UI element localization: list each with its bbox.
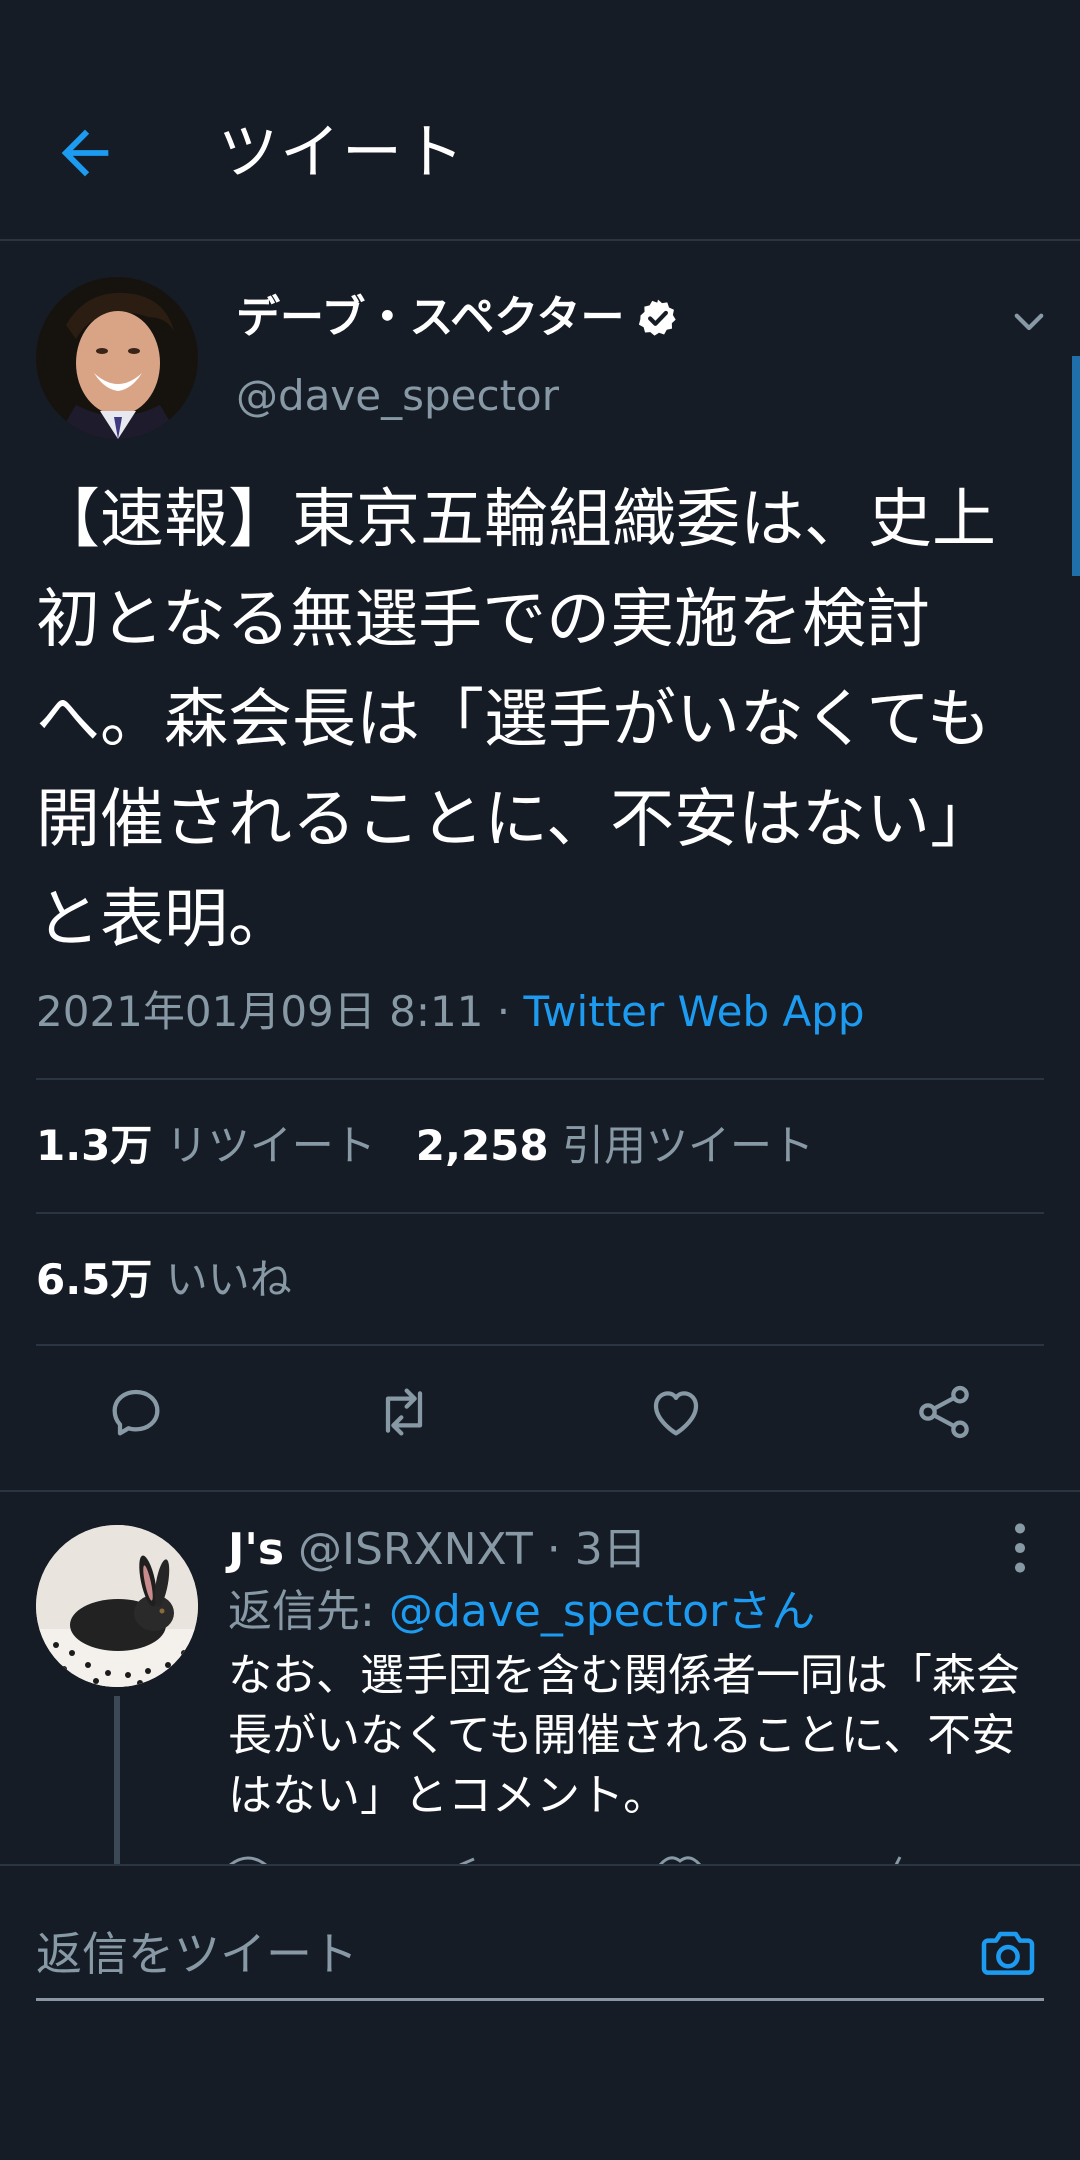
replying-to-link[interactable]: @dave_spectorさん [389,1586,815,1637]
like-count: 6.5万 [36,1255,153,1304]
reply-avatar-image [36,1525,198,1687]
like-label: いいね [165,1255,292,1304]
reply-icon[interactable] [104,1380,168,1444]
reply-author-name[interactable]: J's [228,1524,284,1575]
quote-label: 引用ツイート [562,1121,815,1170]
retweet-icon[interactable] [372,1380,436,1444]
quote-count: 2,258 [415,1121,549,1170]
replying-to: 返信先: @dave_spectorさん [228,1582,815,1642]
section-divider [0,1490,1080,1492]
author-handle[interactable]: @dave_spector [236,370,559,422]
retweet-count: 1.3万 [36,1121,153,1170]
reply-action-bar-peek [228,1850,1048,1864]
more-vertical-icon[interactable] [1006,1520,1034,1576]
divider [36,1344,1044,1346]
arrow-left-icon[interactable] [50,118,120,188]
composer-divider [0,1864,1080,1866]
reply-input[interactable]: 返信をツイート [36,1924,358,1984]
reply-handle-time: @ISRXNXT · 3日 [284,1524,647,1575]
verified-badge-icon [638,299,676,336]
stats-retweets-row: 1.3万 リツイート 2,258 引用ツイート [36,1116,814,1176]
tweet-text: 【速報】東京五輪組織委は、史上初となる無選手での実施を検討へ。森会長は「選手がい… [36,483,996,957]
author-avatar-image [36,277,198,439]
author-avatar[interactable] [36,277,198,439]
divider [36,1212,1044,1214]
author-name[interactable]: デーブ・スペクター [236,292,625,344]
tweet-source-link[interactable]: Twitter Web App [524,987,865,1036]
page-title: ツイート [218,118,466,188]
reply-text: なお、選手団を含む関係者一同は「森会長がいなくても開催されることに、不安はない」… [228,1650,1020,1821]
replying-to-label: 返信先: [228,1586,389,1637]
share-icon[interactable] [912,1380,976,1444]
camera-icon[interactable] [976,1922,1040,1986]
thread-line [114,1696,120,1866]
divider [36,1078,1044,1080]
top-app-bar: ツイート [0,0,1080,241]
tweet-timestamp: 2021年01月09日 8:11 · [36,987,524,1036]
reply-author-avatar[interactable] [36,1525,198,1687]
chevron-down-icon[interactable] [1008,300,1050,342]
likes-stat[interactable]: 6.5万 いいね [36,1250,292,1310]
heart-icon[interactable] [644,1380,708,1444]
author-name-row: デーブ・スペクター [236,292,679,344]
tweet-meta: 2021年01月09日 8:11 · Twitter Web App [36,982,865,1042]
scroll-indicator[interactable] [1072,356,1080,576]
header-divider [0,239,1080,241]
quote-stat[interactable]: 2,258 引用ツイート [416,1121,814,1170]
reply-header: J's @ISRXNXT · 3日 [228,1520,647,1580]
composer-underline [36,1998,1044,2001]
reply-composer: 返信をツイート [0,1864,1080,2160]
retweet-label: リツイート [165,1121,376,1170]
retweet-stat[interactable]: 1.3万 リツイート [36,1121,376,1170]
tweet-action-bar [0,1380,1080,1460]
